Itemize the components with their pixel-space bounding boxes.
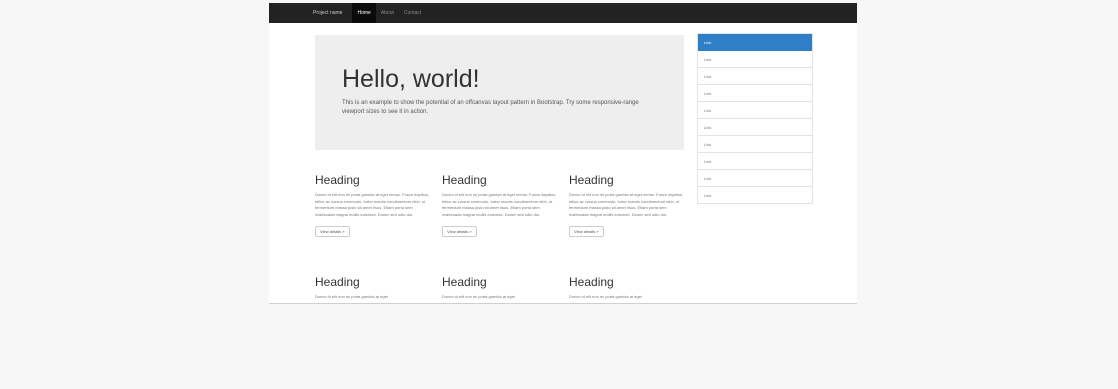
- sidebar-list-group: Link Link Link Link Link Link Link Link …: [697, 33, 813, 204]
- sidebar-link[interactable]: Link: [698, 51, 812, 68]
- view-details-button[interactable]: View details »: [442, 226, 477, 237]
- sidebar-link[interactable]: Link: [698, 102, 812, 119]
- column-heading: Heading: [442, 173, 487, 187]
- sidebar-link-active[interactable]: Link: [698, 34, 812, 51]
- jumbotron-text: This is an example to show the potential…: [342, 100, 639, 115]
- sidebar-link[interactable]: Link: [698, 187, 812, 204]
- column-text: Donec id elit non mi porta gravida at eg…: [569, 294, 642, 299]
- sidebar-link[interactable]: Link: [698, 68, 812, 85]
- jumbotron-title: Hello, world!: [342, 65, 480, 93]
- column-text: Donec id elit non mi porta gravida at eg…: [315, 294, 388, 299]
- sidebar-link[interactable]: Link: [698, 136, 812, 153]
- content-column: Heading Donec id elit non mi porta gravi…: [315, 275, 432, 301]
- nav-item-contact[interactable]: Contact: [399, 3, 426, 23]
- content-column: Heading Donec id elit non mi porta gravi…: [315, 173, 432, 238]
- nav-item-home[interactable]: Home: [352, 3, 376, 23]
- column-heading: Heading: [569, 173, 614, 187]
- nav-item-about[interactable]: About: [376, 3, 399, 23]
- view-details-button[interactable]: View details »: [569, 226, 604, 237]
- navbar: Project name Home About Contact: [269, 3, 857, 23]
- column-heading: Heading: [569, 275, 614, 289]
- jumbotron: Hello, world! This is an example to show…: [315, 35, 684, 150]
- column-heading: Heading: [315, 275, 360, 289]
- column-text: Donec id elit non mi porta gravida at eg…: [315, 192, 430, 217]
- content-column: Heading Donec id elit non mi porta gravi…: [442, 173, 559, 238]
- sidebar-link[interactable]: Link: [698, 170, 812, 187]
- column-text: Donec id elit non mi porta gravida at eg…: [442, 192, 557, 217]
- navbar-brand[interactable]: Project name: [313, 10, 342, 16]
- sidebar-link[interactable]: Link: [698, 85, 812, 102]
- sidebar-link[interactable]: Link: [698, 119, 812, 136]
- content-column: Heading Donec id elit non mi porta gravi…: [442, 275, 559, 301]
- browser-viewport: Project name Home About Contact Hello, w…: [269, 3, 857, 304]
- column-heading: Heading: [442, 275, 487, 289]
- column-text: Donec id elit non mi porta gravida at eg…: [569, 192, 684, 217]
- sidebar-link[interactable]: Link: [698, 153, 812, 170]
- content-column: Heading Donec id elit non mi porta gravi…: [569, 173, 686, 238]
- column-text: Donec id elit non mi porta gravida at eg…: [442, 294, 515, 299]
- view-details-button[interactable]: View details »: [315, 226, 350, 237]
- column-heading: Heading: [315, 173, 360, 187]
- content-column: Heading Donec id elit non mi porta gravi…: [569, 275, 686, 301]
